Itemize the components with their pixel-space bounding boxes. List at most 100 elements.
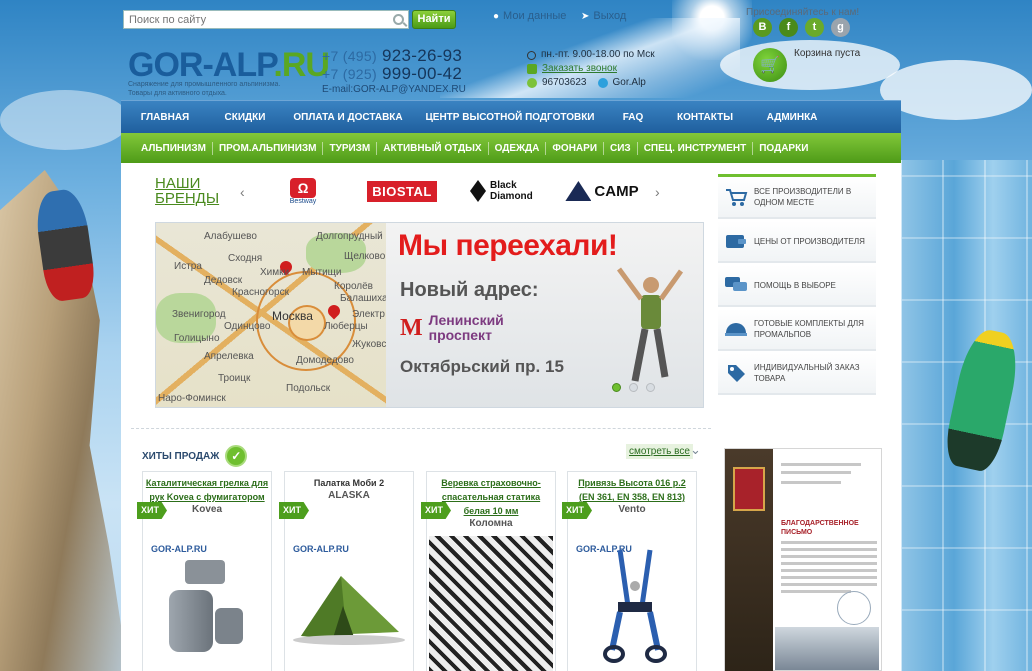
metro-station: Ленинский проспект: [429, 313, 504, 343]
letter-title: БЛАГОДАРСТВЕННОЕ ПИСЬМО: [781, 520, 859, 536]
facebook-icon[interactable]: f: [779, 18, 798, 37]
product-name[interactable]: Палатка Моби 2: [287, 476, 411, 490]
slide-dot-3[interactable]: [646, 383, 655, 392]
brand-biostal[interactable]: BIOSTAL: [362, 175, 442, 207]
wallet-icon: [718, 232, 754, 250]
feature-factory-prices[interactable]: ЦЕНЫ ОТ ПРОИЗВОДИТЕЛЯ: [718, 221, 876, 263]
cloud-decoration: [880, 60, 1032, 120]
black-diamond-icon: [470, 180, 486, 202]
thank-you-letter[interactable]: БЛАГОДАРСТВЕННОЕ ПИСЬМО: [724, 448, 882, 671]
product-brand: Коломна: [469, 518, 513, 529]
nav-home[interactable]: ГЛАВНАЯ: [121, 101, 209, 133]
feature-ready-kits-label: ГОТОВЫЕ КОМПЛЕКТЫ ДЛЯ ПРОМАЛЬПОВ: [754, 319, 864, 339]
search-icon[interactable]: [393, 14, 404, 25]
search-button[interactable]: Найти: [412, 10, 456, 29]
brand-camp[interactable]: CAMP: [563, 175, 641, 207]
slide-dot-2[interactable]: [629, 383, 638, 392]
feature-ready-kits[interactable]: ГОТОВЫЕ КОМПЛЕКТЫ ДЛЯ ПРОМАЛЬПОВ: [718, 309, 876, 351]
cat-gifts[interactable]: ПОДАРКИ: [753, 142, 814, 155]
brands-prev-arrow[interactable]: ‹: [240, 184, 245, 200]
letter-text-line: [781, 541, 877, 544]
product-image[interactable]: GOR-ALP.RU: [287, 536, 411, 671]
cart-icon: [718, 187, 754, 207]
product-name[interactable]: Привязь Высота 016 р.2 (EN 361, EN 358, …: [570, 476, 694, 504]
nav-training-center[interactable]: ЦЕНТР ВЫСОТНОЙ ПОДГОТОВКИ: [415, 101, 605, 133]
map-label: Москва: [272, 309, 313, 323]
my-data-label[interactable]: Мои данные: [503, 10, 566, 22]
rope-image[interactable]: [429, 536, 553, 671]
see-all-link[interactable]: смотреть все: [626, 444, 693, 459]
feature-all-manufacturers[interactable]: ВСЕ ПРОИЗВОДИТЕЛИ В ОДНОМ МЕСТЕ: [718, 177, 876, 219]
logout-link[interactable]: ➤ Выход: [581, 10, 626, 22]
callback-link[interactable]: Заказать звонок: [542, 62, 617, 76]
email[interactable]: E-mail:GOR-ALP@YANDEX.RU: [322, 84, 466, 95]
map-label: Голицыно: [174, 333, 220, 344]
brands-title[interactable]: НАШИ БРЕНДЫ: [155, 176, 219, 206]
brand-black-diamond[interactable]: Black Diamond: [466, 175, 540, 207]
phone-1-number: 923-26-93: [381, 46, 463, 65]
map-label: Долгопрудный: [316, 231, 383, 242]
map-label: Мытищи: [302, 267, 342, 278]
map-label: Электр: [352, 309, 385, 320]
nav-faq[interactable]: FAQ: [605, 101, 661, 133]
product-name[interactable]: Каталитическая грелка для рук Kovea с фу…: [145, 476, 269, 504]
product-card[interactable]: Привязь Высота 016 р.2 (EN 361, EN 358, …: [562, 471, 697, 671]
feature-help-choice[interactable]: ПОМОЩЬ В ВЫБОРЕ: [718, 265, 876, 307]
google-icon[interactable]: g: [831, 18, 850, 37]
product-image[interactable]: GOR-ALP.RU: [145, 536, 269, 671]
jumping-man-image: [616, 267, 684, 382]
logout-label[interactable]: Выход: [593, 10, 626, 22]
heater-shape: [185, 560, 225, 584]
brand-bestway[interactable]: Ω Bestway: [280, 175, 326, 207]
cat-flashlights[interactable]: ФОНАРИ: [546, 141, 605, 155]
harness-image: [603, 549, 667, 663]
product-image[interactable]: GOR-ALP.RU: [570, 536, 694, 671]
banner-address: Октябрьский пр. 15: [400, 357, 564, 376]
search-box[interactable]: [123, 10, 409, 29]
brands-next-arrow[interactable]: ›: [655, 184, 660, 200]
nav-payment-delivery[interactable]: ОПЛАТА И ДОСТАВКА: [281, 101, 415, 133]
phone-2-number: 999-00-42: [381, 64, 463, 83]
my-data-link[interactable]: ● Мои данные: [493, 10, 566, 22]
nav-contacts[interactable]: КОНТАКТЫ: [661, 101, 749, 133]
cat-active-rest[interactable]: АКТИВНЫЙ ОТДЫХ: [377, 141, 489, 155]
product-card[interactable]: Веревка страховочно-спасательная статика…: [421, 471, 556, 671]
skype-icon: [597, 78, 608, 88]
search-input[interactable]: [129, 13, 389, 26]
slide-dot-1[interactable]: [612, 383, 621, 392]
cart-status[interactable]: Корзина пуста: [794, 48, 860, 59]
brand-camp-label: CAMP: [594, 182, 639, 200]
cat-special-tools[interactable]: СПЕЦ. ИНСТРУМЕНТ: [638, 141, 754, 155]
feature-help-choice-label: ПОМОЩЬ В ВЫБОРЕ: [754, 280, 836, 290]
cat-clothing[interactable]: ОДЕЖДА: [489, 141, 547, 155]
cart-icon[interactable]: 🛒: [753, 48, 787, 82]
map-label: Звенигород: [172, 309, 226, 320]
feature-individual-order[interactable]: ИНДИВИДУАЛЬНЫЙ ЗАКАЗ ТОВАРА: [718, 353, 876, 395]
check-icon: ✓: [225, 445, 248, 467]
cat-industrial-alpinism[interactable]: ПРОМ.АЛЬПИНИЗМ: [213, 141, 324, 155]
hits-title: ХИТЫ ПРОДАЖ ✓: [142, 445, 248, 467]
phone-1-code: +7 (495): [322, 48, 377, 64]
logout-icon: ➤: [581, 10, 590, 22]
cat-alpinism[interactable]: АЛЬПИНИЗМ: [135, 141, 213, 155]
cat-tourism[interactable]: ТУРИЗМ: [323, 141, 378, 155]
product-card[interactable]: Палатка Моби 2 ALASKA ХИТ GOR-ALP.RU: [279, 471, 414, 671]
brand-black-diamond-label: Black Diamond: [490, 180, 533, 202]
chevron-down-icon[interactable]: ⌄: [690, 442, 701, 458]
vk-icon[interactable]: В: [753, 18, 772, 37]
cat-ppe[interactable]: СИЗ: [604, 141, 638, 155]
callback-row[interactable]: Заказать звонок: [527, 62, 655, 76]
icq-icon: [527, 78, 537, 88]
promo-banner[interactable]: Алабушево Долгопрудный Истра Сходня Химк…: [155, 222, 704, 408]
nav-discounts[interactable]: СКИДКИ: [209, 101, 281, 133]
messengers-row: 96703623 Gor.Alp: [527, 76, 655, 90]
letter-text-line: [781, 583, 877, 586]
nav-admin[interactable]: АДМИНКА: [749, 101, 835, 133]
hours-row: пн.-пт. 9.00-18.00 по Мск: [527, 48, 655, 62]
icq-number: 96703623: [542, 77, 587, 88]
twitter-icon[interactable]: t: [805, 18, 824, 37]
product-card[interactable]: Каталитическая грелка для рук Kovea с фу…: [137, 471, 272, 671]
helmet-icon: [718, 319, 754, 339]
hours-text: пн.-пт. 9.00-18.00 по Мск: [541, 49, 655, 60]
hits-title-text: ХИТЫ ПРОДАЖ: [142, 450, 220, 462]
